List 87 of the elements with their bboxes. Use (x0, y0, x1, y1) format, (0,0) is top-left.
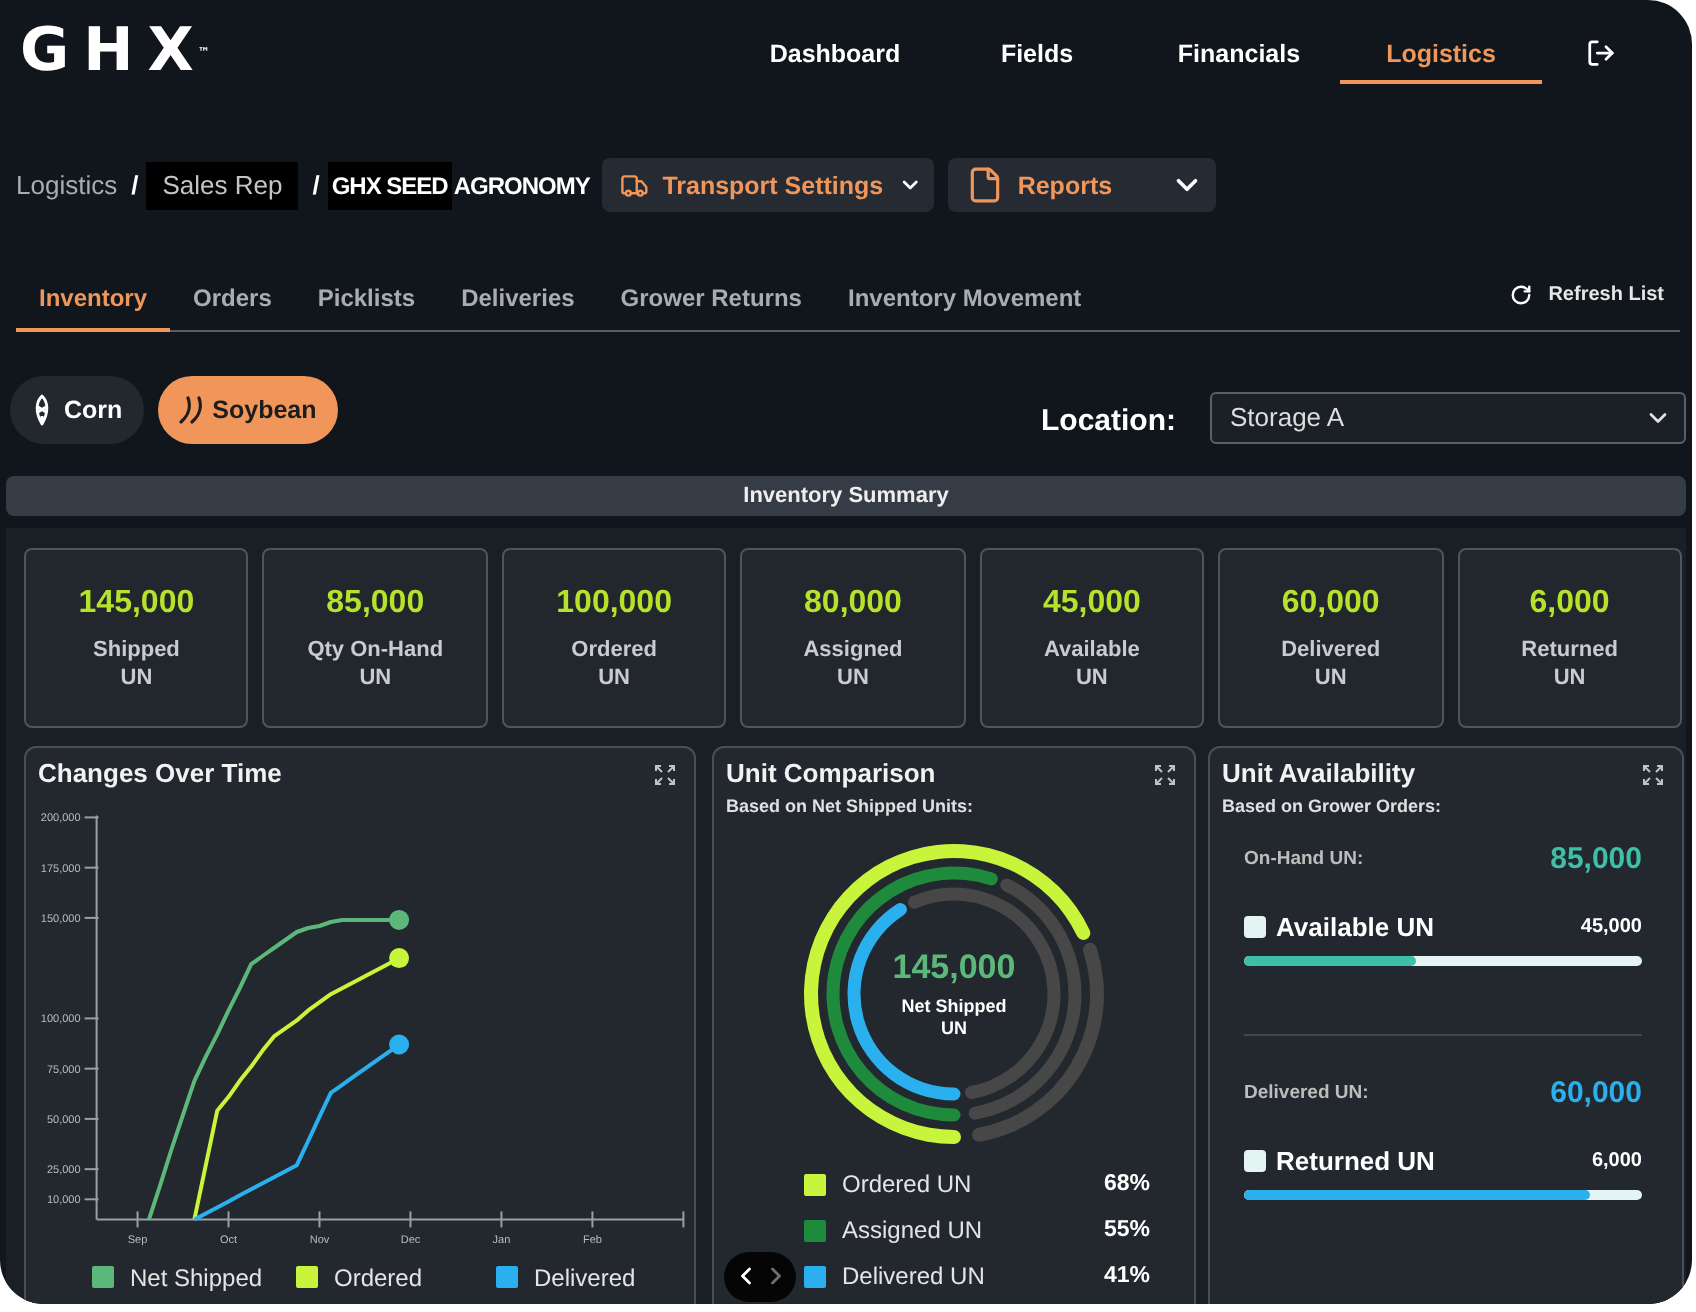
crop-toggle[interactable]: Soybean (158, 375, 339, 443)
location-label: Location: (1041, 404, 1176, 438)
stat-unit: UN (1553, 663, 1586, 691)
stat-value: 145,000 (78, 583, 195, 623)
availability-label: On-Hand UN: (1244, 848, 1364, 870)
section-header: Inventory Summary (6, 475, 1686, 515)
stat-label: Available (1043, 635, 1140, 663)
document-icon (965, 166, 1004, 204)
tab[interactable]: Inventory (16, 270, 171, 332)
refresh-icon (1510, 284, 1533, 307)
stat-value: 100,000 (556, 583, 672, 623)
availability-label: Delivered UN: (1244, 1082, 1369, 1104)
stat-unit: UN (1075, 663, 1108, 691)
stat-unit: UN (837, 663, 869, 691)
stat-unit: UN (120, 663, 153, 691)
stat-unit: UN (1314, 663, 1347, 691)
stat-value: 60,000 (1281, 583, 1380, 623)
bean-icon (178, 393, 203, 425)
panel-subtitle: Based on Net Shipped Units: (726, 793, 974, 817)
crop-toggle[interactable]: Corn (10, 375, 145, 443)
tab[interactable]: Orders (170, 270, 295, 332)
expand-icon[interactable] (1642, 763, 1664, 785)
corn-icon (30, 393, 54, 425)
gauge-center-value: 145,000 (892, 947, 1016, 985)
legend-label: Ordered (334, 1263, 423, 1291)
legend-value: 55% (1103, 1218, 1150, 1242)
legend-value: 68% (1103, 1172, 1150, 1196)
company-name: GHX SEED (327, 161, 452, 209)
breadcrumb-link[interactable]: Logistics (16, 170, 118, 200)
expand-icon[interactable] (654, 763, 676, 785)
legend-label: Delivered (534, 1263, 636, 1291)
availability-item-label: Available UN (1276, 912, 1434, 942)
nav-link[interactable]: Logistics (1340, 0, 1542, 84)
brand-logo: GHX$^{™}$ (20, 22, 212, 82)
tab[interactable]: Deliveries (438, 270, 598, 332)
data-point (389, 908, 410, 929)
nav-link[interactable]: Financials (1138, 0, 1340, 84)
legend-swatch-icon (496, 1266, 518, 1288)
stat-value: 80,000 (804, 583, 902, 623)
legend-swatch-icon (1244, 1150, 1266, 1172)
legend-label: Ordered UN (842, 1170, 972, 1198)
stat-unit: UN (359, 663, 392, 691)
legend-label: Delivered UN (842, 1262, 985, 1290)
stat-unit: UN (598, 663, 630, 691)
availability-item-label: Returned UN (1276, 1146, 1435, 1176)
stat-label: Ordered (571, 635, 657, 663)
breadcrumb-separator: / (312, 170, 320, 200)
gauge-center-label: Net Shipped (901, 995, 1007, 1015)
availability-reading: 6,000 (1591, 1150, 1642, 1172)
legend-label: Assigned UN (842, 1216, 983, 1244)
panel-subtitle: Based on Grower Orders: (1222, 793, 1442, 817)
availability-reading: 45,000 (1580, 916, 1642, 938)
data-point (389, 947, 410, 968)
refresh-button[interactable]: Refresh List (1510, 284, 1664, 307)
location-select[interactable]: Storage A (1210, 391, 1686, 443)
expand-icon[interactable] (1154, 763, 1176, 785)
stat-label: Qty On-Hand (307, 635, 444, 663)
stat-label: Returned (1521, 635, 1618, 663)
nav-link[interactable]: Dashboard (734, 0, 936, 84)
logout-icon[interactable] (1586, 38, 1616, 68)
availability-total: 85,000 (1550, 842, 1642, 876)
legend-value: 41% (1103, 1264, 1150, 1288)
legend-swatch-icon (296, 1266, 318, 1288)
stat-label: Delivered (1281, 635, 1381, 663)
data-point (389, 1033, 410, 1054)
stat-label: Assigned (803, 635, 903, 663)
legend-swatch-icon (1244, 916, 1266, 938)
stat-value: 6,000 (1529, 583, 1610, 623)
company-name: AGRONOMY (451, 171, 590, 199)
breadcrumb-separator: / (131, 170, 139, 200)
tab[interactable]: Grower Returns (597, 270, 825, 332)
availability-total: 60,000 (1550, 1076, 1642, 1110)
panel-title: Unit Availability (1222, 757, 1416, 789)
dropdown-button[interactable]: Transport Settings (601, 158, 934, 212)
gauge-center-unit: UN (941, 1017, 967, 1037)
stat-label: Shipped (93, 635, 180, 663)
tab[interactable]: Inventory Movement (824, 270, 1105, 332)
panel-title: Changes Over Time (38, 757, 282, 789)
legend-label: Net Shipped (130, 1263, 263, 1291)
panel-title: Unit Comparison (726, 757, 936, 789)
dropdown-button[interactable]: Reports (947, 158, 1216, 212)
legend-swatch-icon (92, 1266, 114, 1288)
stat-value: 45,000 (1042, 583, 1141, 623)
stat-value: 85,000 (326, 583, 425, 623)
nav-link[interactable]: Fields (936, 0, 1138, 84)
tab[interactable]: Picklists (294, 270, 439, 332)
breadcrumb-item[interactable]: Sales Rep (146, 161, 299, 209)
